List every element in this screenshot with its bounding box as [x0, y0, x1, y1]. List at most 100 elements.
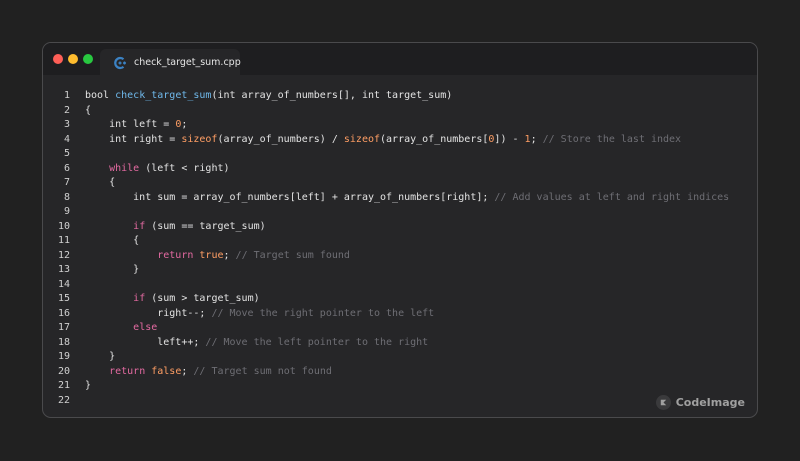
- code-token: }: [85, 380, 92, 391]
- line-number: 19: [57, 351, 70, 362]
- line-number: 4: [63, 133, 70, 145]
- code-line: 9: [43, 205, 757, 220]
- code-token: if: [133, 220, 146, 232]
- line-code: int left = 0;: [85, 118, 187, 133]
- code-token: ;: [530, 133, 543, 145]
- code-token: // Target sum not found: [193, 365, 332, 377]
- code-token: (int array_of_numbers[], int target_sum): [211, 90, 453, 101]
- code-token: return: [109, 365, 146, 377]
- line-number: 3: [63, 119, 70, 130]
- line-number: 10: [57, 220, 70, 232]
- line-code: return false; // Target sum not found: [85, 365, 332, 380]
- code-token: {: [85, 177, 116, 188]
- code-token: // Target sum found: [235, 249, 350, 261]
- line-number: 7: [63, 177, 70, 188]
- line-number: 11: [57, 235, 70, 246]
- line-number: 14: [57, 278, 70, 290]
- code-token: int left =: [85, 119, 176, 130]
- line-number: 16: [57, 307, 70, 319]
- code-line: 16 right--; // Move the right pointer to…: [43, 307, 757, 322]
- code-token: ]) -: [494, 133, 525, 145]
- code-token: ;: [223, 249, 236, 261]
- code-line: 12 return true; // Target sum found: [43, 249, 757, 264]
- code-token: else: [133, 322, 158, 333]
- brand-label: CodeImage: [675, 396, 745, 409]
- line-code: }: [85, 263, 139, 278]
- line-code: {: [85, 176, 115, 191]
- title-bar: check_target_sum.cpp: [43, 43, 757, 76]
- code-token: return: [157, 249, 194, 261]
- code-token: // Add values at left and right indices: [494, 191, 730, 203]
- line-code: else: [85, 321, 157, 336]
- line-number: 13: [57, 264, 70, 275]
- code-line: 8 int sum = array_of_numbers[left] + arr…: [43, 191, 757, 206]
- code-token: {: [85, 235, 140, 246]
- code-line: 5: [43, 147, 757, 162]
- line-code: {: [85, 234, 139, 249]
- code-token: ;: [181, 365, 194, 377]
- code-token: (array_of_numbers) /: [217, 133, 344, 145]
- line-code: bool check_target_sum(int array_of_numbe…: [85, 89, 452, 104]
- line-code: left++; // Move the left pointer to the …: [85, 336, 428, 351]
- line-number: 2: [63, 104, 70, 116]
- line-number: 1: [63, 90, 70, 101]
- cpp-file-icon: [113, 56, 127, 70]
- line-number: 22: [57, 394, 70, 406]
- code-line: 10 if (sum == target_sum): [43, 220, 757, 235]
- code-token: }: [85, 351, 116, 362]
- line-code: }: [85, 350, 115, 365]
- line-number: 21: [57, 380, 70, 391]
- code-line: 22: [43, 394, 757, 409]
- code-token: left++;: [85, 336, 206, 348]
- codeimage-brand: CodeImage: [655, 395, 745, 410]
- line-number: 17: [57, 322, 70, 333]
- code-line: 15 if (sum > target_sum): [43, 292, 757, 307]
- code-token: int sum = array_of_numbers[left] + array…: [85, 191, 495, 203]
- line-number: 15: [57, 293, 70, 304]
- line-number: 20: [57, 365, 70, 377]
- code-token: true: [199, 249, 224, 261]
- close-window-button[interactable]: [53, 54, 63, 64]
- code-token: // Store the last index: [542, 133, 682, 145]
- code-token: int right =: [85, 133, 182, 145]
- code-token: false: [151, 365, 182, 377]
- code-line: 19 }: [43, 350, 757, 365]
- line-code: if (sum == target_sum): [85, 220, 266, 235]
- line-number: 12: [57, 249, 70, 261]
- code-token: while: [109, 162, 140, 174]
- code-line: 14: [43, 278, 757, 293]
- file-tab[interactable]: check_target_sum.cpp: [100, 49, 241, 76]
- maximize-window-button[interactable]: [83, 54, 93, 64]
- line-code: }: [85, 379, 91, 394]
- code-line: 7 {: [43, 176, 757, 191]
- code-token: right--;: [85, 307, 212, 319]
- code-token: sizeof: [181, 133, 218, 145]
- code-line: 21}: [43, 379, 757, 394]
- code-editor[interactable]: 1 bool check_target_sum(int array_of_numb…: [43, 89, 757, 408]
- code-token: sizeof: [343, 133, 381, 145]
- code-token: if: [133, 293, 146, 304]
- code-window: check_target_sum.cpp 1 bool check_target_…: [42, 42, 758, 418]
- line-code: int sum = array_of_numbers[left] + array…: [85, 191, 729, 206]
- code-token: ;: [181, 119, 188, 130]
- line-code: {: [85, 104, 91, 119]
- code-token: (left < right): [139, 162, 230, 174]
- minimize-window-button[interactable]: [68, 54, 78, 64]
- code-line: 6 while (left < right): [43, 162, 757, 177]
- file-tab-label: check_target_sum.cpp: [134, 57, 241, 68]
- line-code: return true; // Target sum found: [85, 249, 350, 264]
- code-line: 1 bool check_target_sum(int array_of_numb…: [43, 89, 757, 104]
- code-token: (sum == target_sum): [145, 220, 266, 232]
- code-line: 13 }: [43, 263, 757, 278]
- line-number: 5: [63, 148, 70, 159]
- line-code: while (left < right): [85, 162, 230, 177]
- line-number: 9: [63, 206, 70, 217]
- code-line: 2{: [43, 104, 757, 119]
- code-token: // Move the right pointer to the left: [211, 307, 435, 319]
- line-number: 8: [63, 191, 70, 203]
